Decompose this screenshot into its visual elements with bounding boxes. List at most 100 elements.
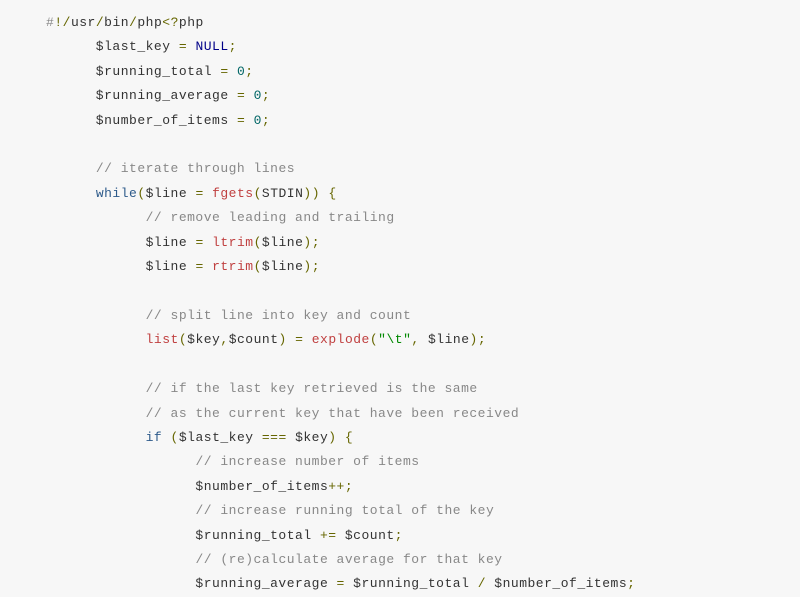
code-token: ( <box>179 332 187 347</box>
code-token: $line <box>46 235 195 250</box>
code-line: // if the last key retrieved is the same <box>46 377 800 401</box>
code-token: $line <box>262 235 304 250</box>
code-line: $line = ltrim($line); <box>46 231 800 255</box>
code-token: if <box>146 430 163 445</box>
code-token: ( <box>254 259 262 274</box>
code-token: ( <box>254 235 262 250</box>
code-token <box>303 332 311 347</box>
code-token: / <box>63 15 71 30</box>
code-token: while <box>96 186 138 201</box>
code-token: { <box>345 430 353 445</box>
code-token <box>204 186 212 201</box>
code-token: ; <box>245 64 253 79</box>
code-token: <? <box>162 15 179 30</box>
code-token <box>46 406 146 421</box>
code-token: / <box>96 15 104 30</box>
code-token: = <box>237 88 245 103</box>
code-token: $count <box>229 332 279 347</box>
code-token: $running_total <box>345 576 478 591</box>
code-token: ; <box>262 88 270 103</box>
code-token: php <box>179 15 204 30</box>
code-token: // increase running total of the key <box>195 503 494 518</box>
code-token: // if the last key retrieved is the same <box>146 381 478 396</box>
code-token: $key <box>187 332 220 347</box>
code-token: ; <box>627 576 635 591</box>
code-token: ; <box>229 39 237 54</box>
code-token: += <box>320 528 337 543</box>
code-token: / <box>478 576 486 591</box>
code-token: NULL <box>195 39 228 54</box>
code-token <box>229 64 237 79</box>
code-token: ); <box>303 259 320 274</box>
code-token: ( <box>171 430 179 445</box>
code-token: { <box>328 186 336 201</box>
code-token: // as the current key that have been rec… <box>146 406 520 421</box>
code-line: // iterate through lines <box>46 157 800 181</box>
code-line: // increase number of items <box>46 450 800 474</box>
code-token <box>46 454 195 469</box>
code-token: rtrim <box>212 259 254 274</box>
code-token: STDIN <box>262 186 304 201</box>
code-line: // increase running total of the key <box>46 499 800 523</box>
code-token: )) <box>303 186 320 201</box>
code-token: // (re)calculate average for that key <box>195 552 502 567</box>
code-line <box>46 279 800 303</box>
code-token: // iterate through lines <box>96 161 295 176</box>
code-token: $line <box>146 186 196 201</box>
code-line: $number_of_items++; <box>46 475 800 499</box>
code-token: $number_of_items <box>46 479 328 494</box>
code-token <box>46 430 146 445</box>
code-token: $last_key <box>46 39 179 54</box>
code-line: // split line into key and count <box>46 304 800 328</box>
code-token: ltrim <box>212 235 254 250</box>
code-line: while($line = fgets(STDIN)) { <box>46 182 800 206</box>
code-token: = <box>337 576 345 591</box>
code-token: ); <box>303 235 320 250</box>
code-token: usr <box>71 15 96 30</box>
code-token: ; <box>262 113 270 128</box>
code-line: $running_total = 0; <box>46 60 800 84</box>
code-token: = <box>220 64 228 79</box>
code-token: ! <box>54 15 62 30</box>
code-line: // (re)calculate average for that key <box>46 548 800 572</box>
code-token: = <box>195 259 203 274</box>
code-token: $key <box>287 430 329 445</box>
code-token: bin <box>104 15 129 30</box>
code-token <box>46 161 96 176</box>
code-token: list <box>146 332 179 347</box>
code-line: // as the current key that have been rec… <box>46 402 800 426</box>
code-line <box>46 133 800 157</box>
code-token: // remove leading and trailing <box>146 210 395 225</box>
code-token: ); <box>470 332 487 347</box>
code-token: $line <box>46 259 195 274</box>
code-line <box>46 353 800 377</box>
code-token: $running_total <box>46 528 320 543</box>
code-token <box>46 503 195 518</box>
code-token: explode <box>312 332 370 347</box>
code-token <box>337 430 345 445</box>
code-token: = <box>179 39 187 54</box>
code-token: = <box>195 235 203 250</box>
code-token: 0 <box>254 113 262 128</box>
code-line: if ($last_key === $key) { <box>46 426 800 450</box>
code-token: ) <box>328 430 336 445</box>
code-token: "\t" <box>378 332 411 347</box>
code-token: $number_of_items <box>46 113 237 128</box>
code-block: #!/usr/bin/php<?php $last_key = NULL; $r… <box>0 0 800 597</box>
code-token: $count <box>337 528 395 543</box>
code-line: $last_key = NULL; <box>46 35 800 59</box>
code-token: $running_average <box>46 88 237 103</box>
code-line: $number_of_items = 0; <box>46 109 800 133</box>
code-token: $line <box>262 259 304 274</box>
code-token: $number_of_items <box>486 576 627 591</box>
code-token: ; <box>395 528 403 543</box>
code-token: , <box>411 332 419 347</box>
code-token <box>287 332 295 347</box>
code-token: ( <box>370 332 378 347</box>
code-token: === <box>262 430 287 445</box>
code-line: list($key,$count) = explode("\t", $line)… <box>46 328 800 352</box>
code-token: fgets <box>212 186 254 201</box>
code-token: php <box>137 15 162 30</box>
code-token <box>46 332 146 347</box>
code-token <box>162 430 170 445</box>
